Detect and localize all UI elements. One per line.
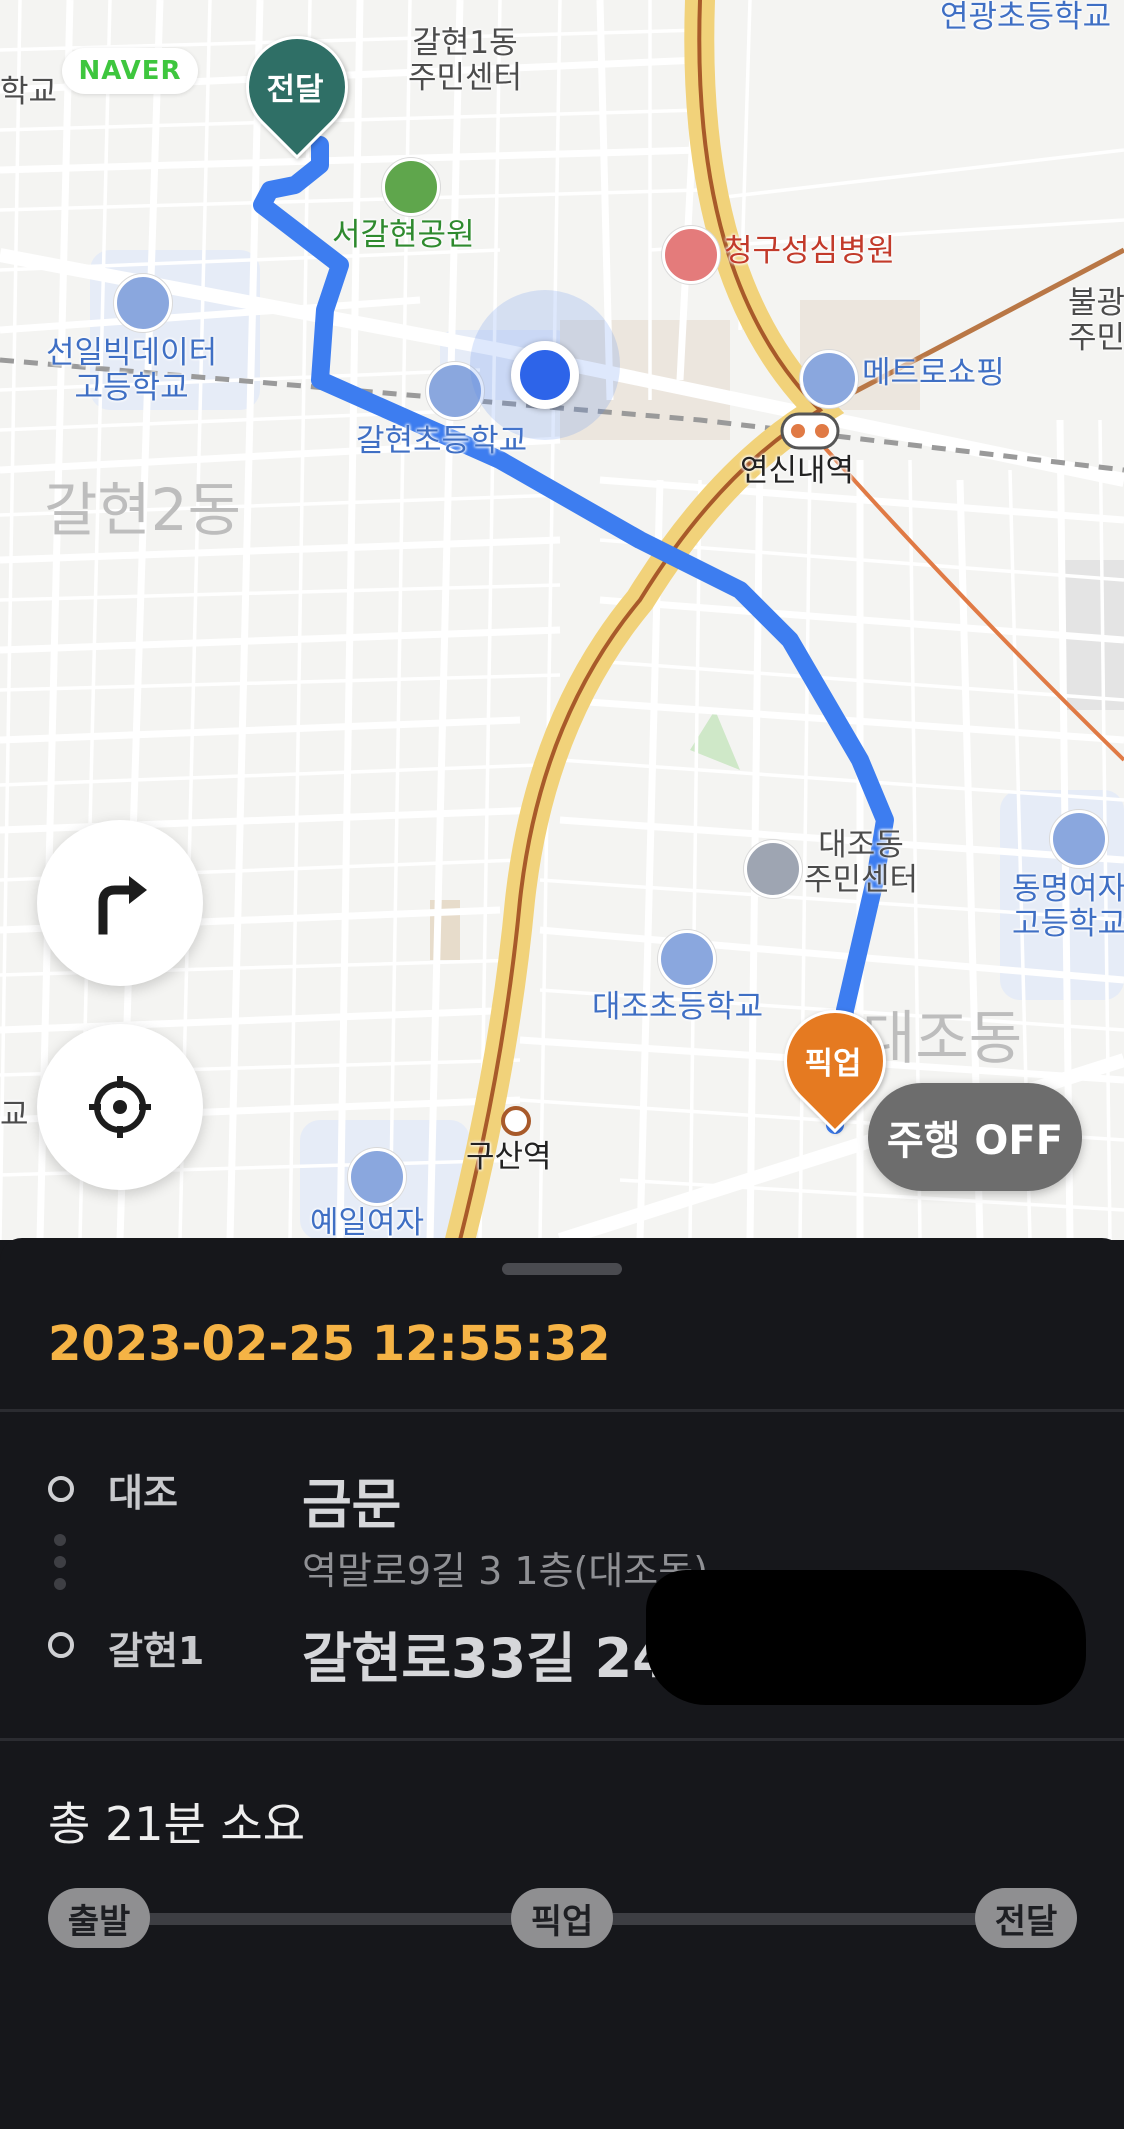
school-icon [1050,810,1108,868]
dropoff-area: 갈현1 [108,1629,205,1673]
pickup-stop-dot [48,1476,74,1502]
order-datetime: 2023-02-25 12:55:32 [48,1316,611,1372]
map-label: 대조동 주민센터 [804,827,919,898]
map-label: 대조초등학교 [592,989,764,1025]
total-time: 총 21분 소요 [48,1797,306,1851]
map-label: 갈현2동 [44,476,241,544]
divider [0,1738,1124,1741]
map-label: 예일여자 [310,1205,425,1240]
map-label: 청구성심병원 [724,233,896,269]
divider [0,1409,1124,1412]
turn-guidance-button[interactable] [37,820,203,986]
map-label: 교 [0,1097,29,1133]
map-label: 구산역 [466,1139,552,1175]
driving-toggle-button[interactable]: 주행 OFF [868,1083,1082,1191]
step-pickup: 픽업 [511,1888,613,1948]
sheet-drag-handle[interactable] [502,1263,622,1275]
shopping-icon [800,350,858,408]
map-view[interactable]: 학교 갈현1동 주민센터 연광초등학교 서갈현공원 청구성심병원 불광 주민 선… [0,0,1124,1240]
hospital-icon [662,226,720,284]
map-label: 갈현초등학교 [356,423,528,459]
map-label: 불광 주민 [1068,285,1124,356]
pickup-address: 역말로9길 3 1층(대조동) [302,1549,709,1593]
step-deliver: 전달 [975,1888,1077,1948]
turn-right-arrow-icon [98,876,147,935]
map-label: 동명여자 고등학교 [1012,871,1124,942]
map-label: 메트로쇼핑 [862,355,1005,391]
government-icon [744,840,802,898]
crosshair-icon [89,1076,151,1138]
map-label: 학교 [0,74,58,110]
map-label: 연신내역 [740,453,855,489]
locate-me-button[interactable] [37,1024,203,1190]
pickup-pin-label: 픽업 [804,1046,862,1082]
redaction-mark [646,1570,1086,1705]
current-location-dot [511,341,579,409]
school-icon [348,1148,406,1206]
route-connector-dot [54,1556,66,1568]
naver-logo: NAVER [62,48,198,94]
dropoff-stop-dot [48,1632,74,1658]
map-label: 갈현1동 주민센터 [408,25,523,96]
map-label: 서갈현공원 [332,217,475,253]
school-icon [658,930,716,988]
destination-pin-label: 전달 [266,72,324,108]
school-icon [114,274,172,332]
park-icon [382,158,440,216]
pickup-area: 대조 [108,1471,178,1515]
route-connector-dot [54,1578,66,1590]
pickup-place-name: 금문 [302,1473,402,1536]
dropoff-address: 갈현로33길 24 [302,1627,670,1690]
map-label: 연광초등학교 [940,0,1112,35]
map-label: 선일빅데이터 고등학교 [46,335,218,406]
route-connector-dot [54,1534,66,1546]
step-depart: 출발 [48,1888,150,1948]
